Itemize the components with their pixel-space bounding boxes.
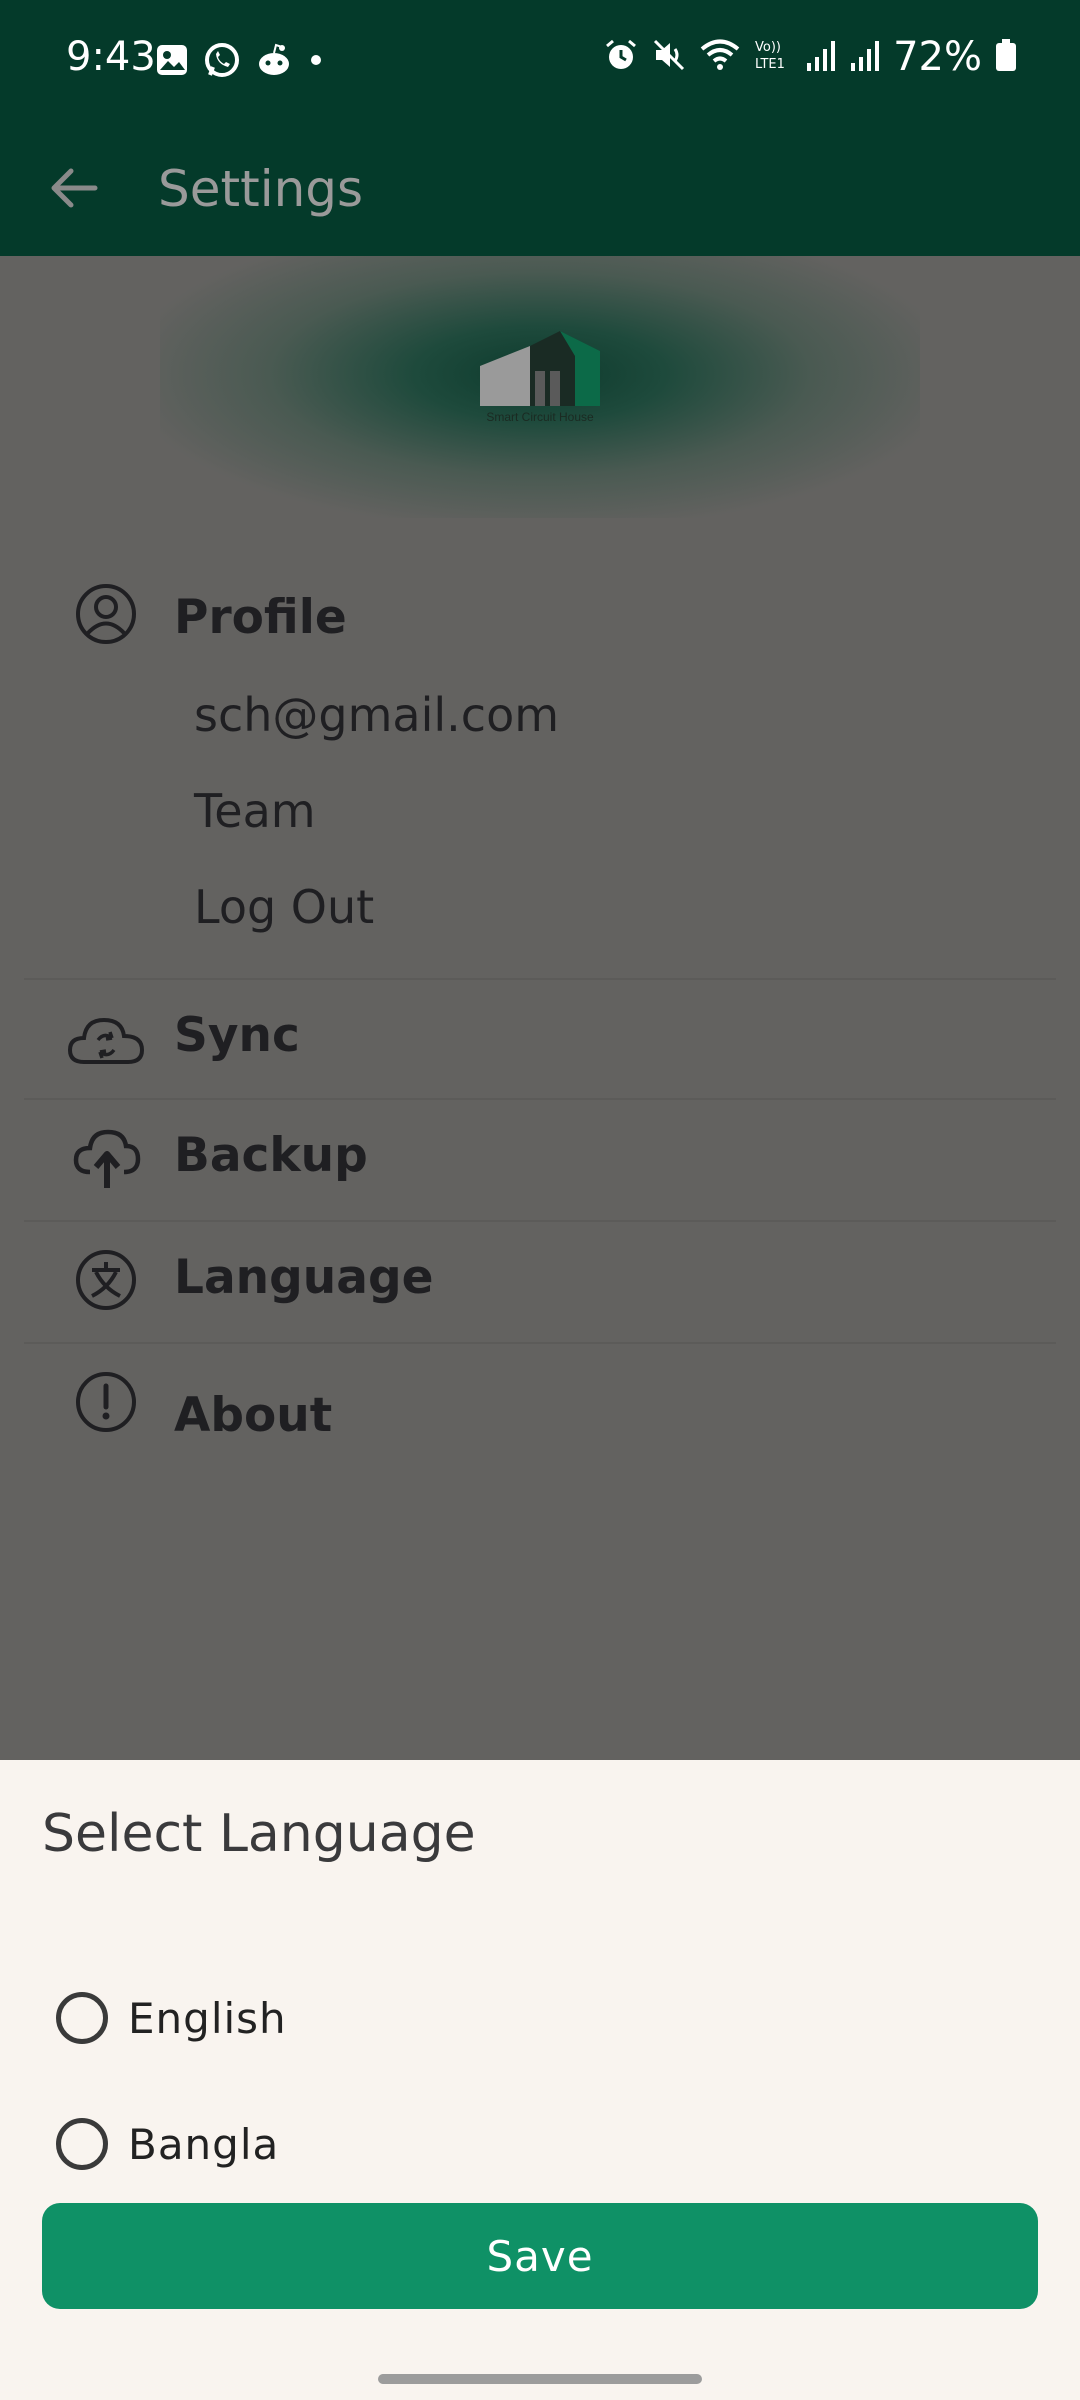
settings-item-sync[interactable]: Sync [24, 980, 1056, 1100]
backup-label: Backup [174, 1128, 368, 1183]
radio-button[interactable] [56, 2118, 108, 2170]
cloud-upload-icon [66, 1118, 146, 1198]
battery-icon [994, 37, 1018, 78]
radio-option-english[interactable]: English [56, 1978, 287, 2058]
back-button[interactable] [44, 148, 104, 228]
whatsapp-icon [202, 40, 242, 85]
save-button[interactable]: Save [42, 2203, 1038, 2309]
radio-label-bangla: Bangla [128, 2119, 280, 2169]
svg-text:LTE1: LTE1 [755, 57, 785, 72]
arrow-left-icon [51, 168, 98, 208]
page-title: Settings [158, 160, 364, 218]
logout-link[interactable]: Log Out [194, 880, 374, 934]
dot-icon [306, 50, 326, 75]
svg-text:Vo)): Vo)) [755, 40, 781, 55]
signal-icon-2 [849, 37, 881, 78]
volte-icon: Vo)) LTE1 [753, 37, 793, 78]
settings-item-backup[interactable]: Backup [24, 1100, 1056, 1222]
alarm-icon [603, 37, 639, 78]
profile-label: Profile [174, 590, 347, 645]
mute-icon [651, 37, 687, 78]
app-bar: Settings [0, 118, 1080, 256]
wifi-icon [699, 37, 741, 78]
about-label: About [174, 1388, 333, 1443]
status-bar: 9:43 Vo)) LTE1 72% [0, 0, 1080, 118]
language-label: Language [174, 1250, 434, 1305]
translate-icon [66, 1240, 146, 1320]
language-bottom-sheet: Select Language English Bangla Save [0, 1760, 1080, 2400]
logo-text: Smart Circuit House [486, 410, 594, 424]
user-circle-icon [66, 574, 146, 654]
sync-label: Sync [174, 1008, 300, 1063]
battery-percent: 72% [893, 34, 982, 80]
info-circle-icon [66, 1362, 146, 1442]
signal-icon [805, 37, 837, 78]
settings-item-profile[interactable]: Profile sch@gmail.com Team Log Out [24, 560, 1056, 980]
radio-label-english: English [128, 1993, 287, 2043]
notification-icons [154, 40, 326, 85]
sheet-title: Select Language [42, 1804, 476, 1864]
settings-item-language[interactable]: Language [24, 1222, 1056, 1344]
home-indicator[interactable] [378, 2374, 702, 2384]
profile-email: sch@gmail.com [194, 688, 560, 742]
gallery-icon [154, 42, 190, 83]
settings-item-about[interactable]: About [24, 1344, 1056, 1484]
radio-button[interactable] [56, 1992, 108, 2044]
status-time: 9:43 [66, 34, 156, 80]
system-icons: Vo)) LTE1 72% [603, 34, 1018, 80]
cloud-sync-icon [66, 1000, 146, 1080]
team-link[interactable]: Team [194, 784, 316, 838]
reddit-icon [254, 40, 294, 85]
radio-option-bangla[interactable]: Bangla [56, 2104, 279, 2184]
